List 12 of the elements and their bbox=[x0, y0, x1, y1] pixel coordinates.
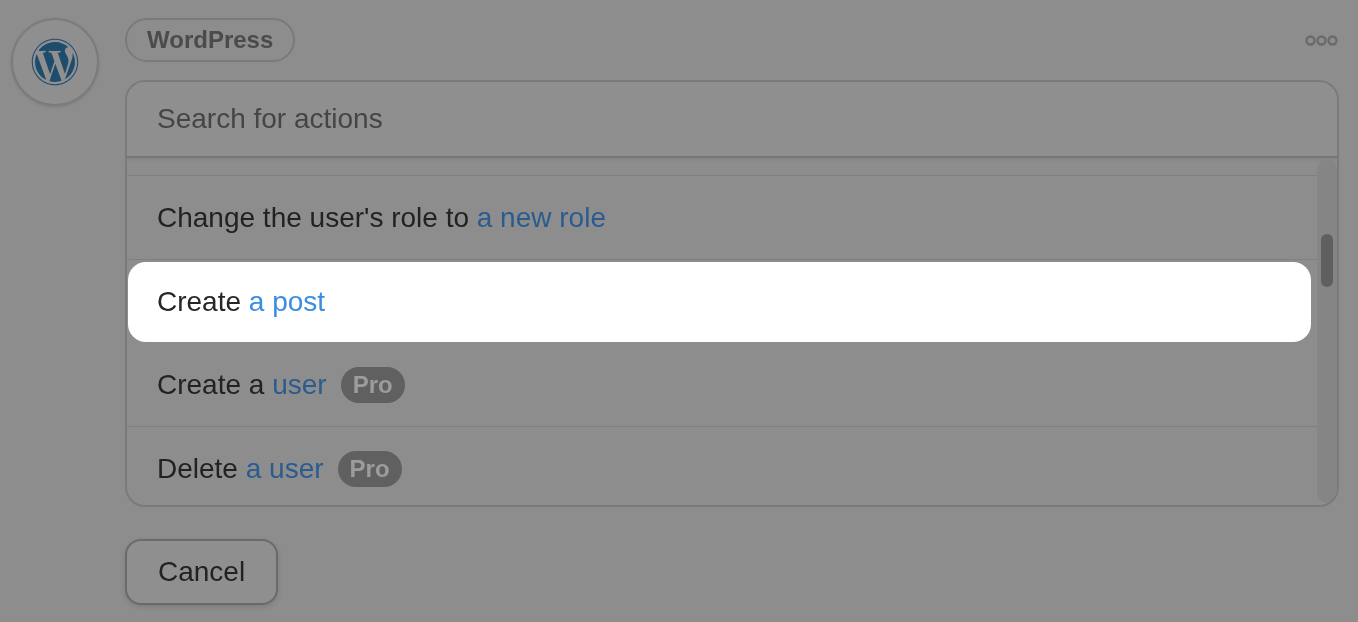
scrollbar-thumb[interactable] bbox=[1321, 234, 1333, 287]
action-item[interactable]: Delete a user Pro bbox=[127, 427, 1317, 505]
pro-badge: Pro bbox=[340, 366, 405, 403]
pro-badge: Pro bbox=[337, 450, 402, 487]
action-item[interactable]: Change the user's role to a new role bbox=[127, 176, 1317, 260]
more-icon[interactable] bbox=[1305, 34, 1338, 46]
cancel-button[interactable]: Cancel bbox=[125, 539, 279, 605]
action-item[interactable]: Create a user Pro bbox=[127, 343, 1317, 427]
scrollbar-track[interactable] bbox=[1317, 159, 1337, 503]
search-field[interactable]: Search for actions bbox=[127, 82, 1337, 158]
action-item[interactable]: Create a post bbox=[128, 262, 1311, 342]
app-name-label: WordPress bbox=[125, 18, 296, 62]
